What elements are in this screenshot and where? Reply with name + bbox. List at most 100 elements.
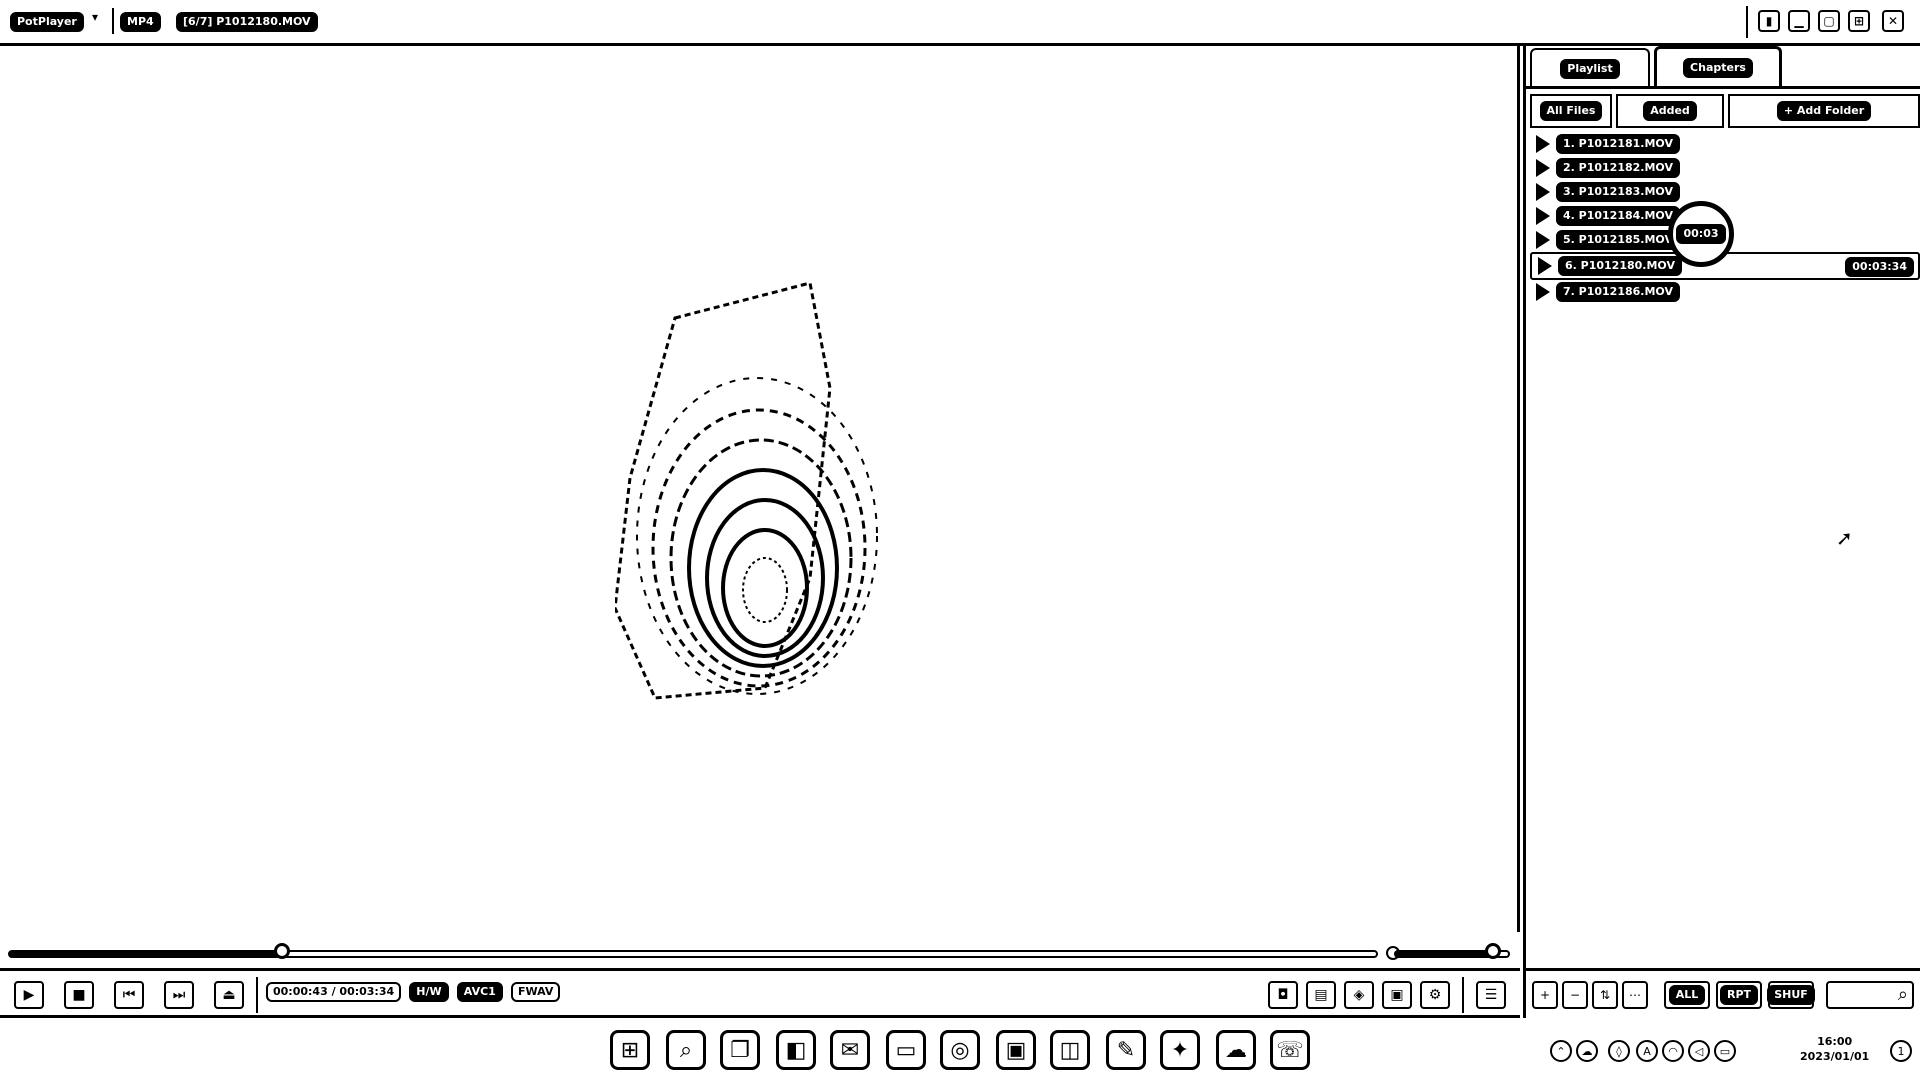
photos-icon[interactable]: ◫ [1050,1030,1090,1070]
hover-badge-text: 00:03 [1676,224,1726,244]
fullscreen-button[interactable]: ⊞ [1848,10,1870,32]
language-icon[interactable]: A [1636,1040,1658,1062]
widgets-icon[interactable]: ◧ [776,1030,816,1070]
pin-icon[interactable]: ▮ [1758,10,1780,32]
subtab-add-folder-label: + Add Folder [1776,101,1872,121]
taskbar: ⊞ ⌕ ❐ ◧ ✉ ▭ ◎ ▣ ◫ ✎ ✦ ☁ ☏ ⌃ ☁ ◊ A ◠ ◁ ▭ … [0,1018,1920,1080]
next-button[interactable]: ⏭ [164,981,194,1009]
3d-icon[interactable]: ◈ [1344,981,1374,1009]
repeat-button[interactable]: RPT [1716,981,1762,1009]
maximize-button[interactable]: ▢ [1818,10,1840,32]
previous-button[interactable]: ⏮ [114,981,144,1009]
list-item-title: 1. P1012181.MOV [1556,134,1680,154]
divider [1746,6,1748,38]
list-item-duration: 00:03:34 [1845,257,1914,277]
system-tray: ⌃ ☁ ◊ A ◠ ◁ ▭ 16:00 2023/01/01 1 [1550,1032,1920,1072]
time-readout[interactable]: 00:00:43 / 00:03:34 [266,982,402,1002]
current-time: 00:00:43 [273,985,328,998]
capture-icon[interactable]: ◘ [1268,981,1298,1009]
title-bar: PotPlayer ▾ MP4 [6/7] P1012180.MOV ▮ ▁ ▢… [0,0,1920,46]
task-view-icon[interactable]: ❐ [720,1030,760,1070]
total-time: 00:03:34 [339,985,395,998]
list-item[interactable]: 3. P1012183.MOV [1530,180,1920,204]
seek-bar[interactable] [8,950,1378,958]
chat-icon[interactable]: ☏ [1270,1030,1310,1070]
close-button[interactable]: ✕ [1882,10,1904,32]
playlist-toggle-icon[interactable]: ☰ [1476,981,1506,1009]
store-icon[interactable]: ▣ [996,1030,1036,1070]
wifi-icon[interactable]: ◠ [1662,1040,1684,1062]
divider [112,8,114,34]
add-icon[interactable]: + [1532,981,1558,1009]
play-triangle-icon [1536,231,1550,249]
video-viewport[interactable] [0,46,1520,932]
settings-icon[interactable]: ⚙ [1420,981,1450,1009]
search-icon[interactable]: ⌕ [1898,984,1908,1005]
notification-icon[interactable]: 1 [1890,1040,1912,1062]
hw-badge[interactable]: H/W [409,982,449,1002]
chevron-down-icon[interactable]: ▾ [92,10,98,24]
remove-icon[interactable]: − [1562,981,1588,1009]
cloud-icon[interactable]: ☁ [1216,1030,1256,1070]
divider [1526,86,1920,89]
audio-badge[interactable]: FWAV [510,982,561,1002]
seek-handle[interactable] [274,943,290,959]
list-item-title: 2. P1012182.MOV [1556,158,1680,178]
open-button[interactable]: ⏏ [214,981,244,1009]
repeat-all-label: ALL [1668,985,1706,1005]
tab-chapters[interactable]: Chapters [1654,46,1782,86]
battery-icon[interactable]: ▭ [1714,1040,1736,1062]
list-item[interactable]: 2. P1012182.MOV [1530,156,1920,180]
search-input[interactable]: ⌕ [1826,981,1914,1009]
start-icon[interactable]: ⊞ [610,1030,650,1070]
clock-date: 2023/01/01 [1800,1050,1870,1063]
play-triangle-icon [1536,207,1550,225]
time-display: 00:00:43 / 00:03:34 H/W AVC1 FWAV [266,982,564,1002]
shuffle-label: SHUF [1767,985,1815,1005]
mail-icon[interactable]: ✉ [830,1030,870,1070]
list-item-title: 5. P1012185.MOV [1556,230,1680,250]
subtitle-icon[interactable]: ▤ [1306,981,1336,1009]
play-triangle-icon [1536,283,1550,301]
chevron-up-icon[interactable]: ⌃ [1550,1040,1572,1062]
seek-bar-fill [10,952,284,956]
play-button[interactable]: ▶ [14,981,44,1009]
clock-time: 16:00 [1817,1035,1853,1048]
speaker-icon[interactable]: ◁ [1688,1040,1710,1062]
list-item-title: 7. P1012186.MOV [1556,282,1680,302]
codec-badge[interactable]: AVC1 [456,982,503,1002]
shuffle-button[interactable]: SHUF [1767,981,1815,1009]
repeat-all-button[interactable]: ALL [1664,981,1710,1009]
subtab-all-files-label: All Files [1539,101,1603,121]
play-triangle-icon [1538,257,1552,275]
subtab-add-folder[interactable]: + Add Folder [1728,94,1920,128]
list-item[interactable]: 1. P1012181.MOV [1530,132,1920,156]
video-frame-thumbprint [615,281,878,700]
mouse-cursor-icon: ➚ [1836,526,1853,550]
pin-tool-icon[interactable]: ✦ [1160,1030,1200,1070]
list-item-title: 3. P1012183.MOV [1556,182,1680,202]
minimize-button[interactable]: ▁ [1788,10,1810,32]
sort-icon[interactable]: ⇅ [1592,981,1618,1009]
search-icon[interactable]: ⌕ [666,1030,706,1070]
app-name-badge[interactable]: PotPlayer [10,12,84,32]
play-triangle-icon [1536,159,1550,177]
notes-icon[interactable]: ✎ [1106,1030,1146,1070]
clock[interactable]: 16:00 2023/01/01 [1800,1034,1869,1064]
divider [1462,977,1464,1013]
list-item[interactable]: 7. P1012186.MOV [1530,280,1920,304]
hover-thumbnail-badge: 00:03 [1668,201,1734,267]
subtab-all-files[interactable]: All Files [1530,94,1612,128]
browser-icon[interactable]: ◎ [940,1030,980,1070]
security-icon[interactable]: ◊ [1608,1040,1630,1062]
file-explorer-icon[interactable]: ▭ [886,1030,926,1070]
options-icon[interactable]: ⋯ [1622,981,1648,1009]
stop-button[interactable]: ■ [64,981,94,1009]
tab-playlist[interactable]: Playlist [1530,48,1650,88]
subtab-added[interactable]: Added [1616,94,1724,128]
list-item-title: 6. P1012180.MOV [1558,256,1682,276]
playlist-panel: Playlist Chapters All Files Added + Add … [1523,46,1920,1018]
screen-icon[interactable]: ▣ [1382,981,1412,1009]
cloud-sync-icon[interactable]: ☁ [1576,1040,1598,1062]
volume-handle[interactable] [1484,943,1501,959]
